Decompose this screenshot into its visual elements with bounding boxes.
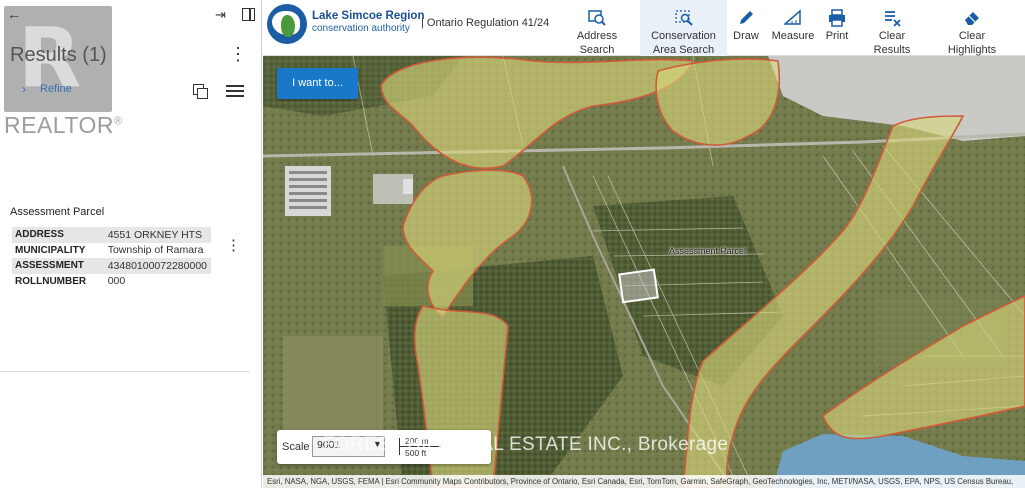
assessment-parcel-map-label: Assessment Parcel [669,246,747,256]
expand-panel-icon[interactable]: ⇥ [215,8,226,22]
scale-label: Scale [282,441,310,453]
table-row: ROLLNUMBER 000 [12,274,211,290]
address-search-icon [588,9,606,27]
parcel-more-menu-icon[interactable]: ⋮ [226,236,241,254]
regulation-label: | Ontario Regulation 41/24 [421,17,550,29]
area-search-label: Conservation Area Search [651,30,716,56]
dock-panel-icon[interactable] [242,8,255,21]
realtor-wordmark: REALTOR® [4,112,123,139]
list-view-icon[interactable] [226,84,244,98]
attr-value: Township of Ramara [107,244,204,257]
measure-label: Measure [771,30,815,42]
draw-label: Draw [733,30,759,42]
back-arrow-icon[interactable]: ← [7,7,21,21]
attr-value: 000 [107,275,126,288]
results-more-menu-icon[interactable]: ⋮ [229,44,247,65]
map-attribution: Esri, NASA, NGA, USGS, FEMA | Esri Commu… [263,475,1025,488]
org-subtitle: conservation authority [312,23,410,34]
eraser-icon [963,9,981,27]
draw-button[interactable]: Draw [729,0,763,56]
aerial-imagery [263,56,1025,488]
refine-link[interactable]: Refine [40,83,72,95]
results-panel: R REALTOR® ← ⇥ Results (1) ⋮ › Refine As… [0,0,262,488]
attr-key: ADDRESS [12,227,104,243]
table-row: ADDRESS 4551 ORKNEY HTS [12,227,211,243]
clear-results-button[interactable]: Clear Results [859,0,925,56]
print-label: Print [825,30,849,42]
copy-icon[interactable] [193,84,208,99]
clear-highlights-label: Clear Highlights [947,30,997,56]
area-search-icon [674,9,693,27]
attr-key: MUNICIPALITY [15,244,86,256]
ruler-icon [782,9,802,27]
lsrca-logo-icon [267,4,307,44]
refine-chevron-icon[interactable]: › [22,82,26,96]
clear-results-label: Clear Results [873,30,911,56]
pencil-icon [737,9,755,27]
print-button[interactable]: Print [821,0,853,56]
table-row: ASSESSMENT 43480100072280000 [12,258,211,274]
attr-value: 43480100072280000 [103,258,211,274]
org-name: Lake Simcoe Region [312,10,425,22]
attr-key: ASSESSMENT [12,258,104,274]
address-search-label: Address Search [576,30,618,56]
i-want-to-button[interactable]: I want to... [277,68,358,99]
measure-button[interactable]: Measure [768,0,818,56]
address-search-button[interactable]: Address Search [559,0,635,56]
printer-icon [828,9,846,27]
realtor-registered-mark: ® [114,115,123,128]
table-row: MUNICIPALITY Township of Ramara [12,243,211,259]
panel-divider [0,371,250,372]
app-header: Lake Simcoe Region conservation authorit… [263,0,1025,56]
results-title: Results (1) [10,44,107,66]
map-view[interactable]: I want to... Assessment Parcel Scale 900… [263,56,1025,488]
attr-value: 4551 ORKNEY HTS [103,227,211,243]
clear-highlights-button[interactable]: Clear Highlights [943,0,1001,56]
attr-key: ROLLNUMBER [15,275,87,287]
area-search-button[interactable]: Conservation Area Search [640,0,727,56]
parcel-attributes-table: ADDRESS 4551 ORKNEY HTS MUNICIPALITY Tow… [12,227,211,289]
realtor-word-text: REALTOR [4,112,115,138]
brokerage-watermark: FOREST HILL REAL ESTATE INC., Brokerage [323,434,729,455]
clear-results-icon [883,9,901,27]
parcel-heading: Assessment Parcel [10,206,105,218]
